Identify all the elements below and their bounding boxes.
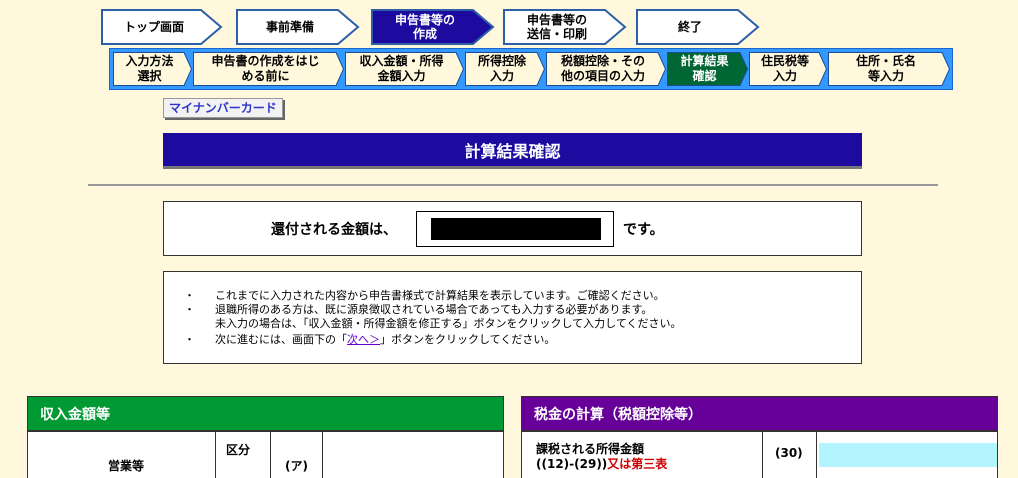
info-line: 未入力の場合は、「収入金額・所得金額を修正する」ボタンをクリックして入力してくだ… (215, 317, 682, 330)
row-label-eigyo: 営業等 (108, 459, 145, 473)
step-finish: 終了 (636, 9, 762, 45)
tax-panel-header: 税金の計算（税額控除等） (521, 396, 998, 431)
step-send-print: 申告書等の 送信・印刷 (503, 9, 629, 45)
step-label: トップ画面 (123, 20, 184, 34)
step-preparation: 事前準備 (236, 9, 362, 45)
info-text: 次に進むには、画面下の「 (215, 333, 347, 346)
step-label: 申告書等の 作成 (394, 13, 455, 41)
step-create: 申告書等の 作成 (371, 9, 497, 45)
substep-calc-result: 計算結果 確認 (667, 52, 748, 86)
cell-divider (322, 432, 323, 478)
substep-label: 収入金額・所得 金額入力 (359, 54, 444, 83)
substep-label: 住民税等 入力 (760, 54, 809, 83)
info-text: 」ボタンをクリックしてください。 (380, 333, 556, 346)
substep-address-name: 住所・氏名 等入力 (828, 52, 950, 86)
substep-label: 入力方法 選択 (125, 54, 174, 83)
mynumber-card-link[interactable]: マイナンバーカード (163, 98, 283, 118)
step-top: トップ画面 (101, 9, 225, 45)
cell-divider (215, 432, 216, 478)
info-line: 次に進むには、画面下の「次へ＞」ボタンをクリックしてください。 (215, 333, 555, 347)
info-box: ・ これまでに入力された内容から申告書様式で計算結果を表示しています。ご確認くだ… (163, 271, 862, 364)
bullet: ・ (184, 289, 195, 302)
info-line: 退職所得のある方は、既に源泉徴収されている場合であっても入力する必要があります。 (215, 303, 653, 316)
kubun-label: 区分 (226, 443, 251, 457)
formula-text: ((12)-(29)) (536, 457, 608, 471)
bullet: ・ (184, 303, 195, 316)
refund-prefix: 還付される金額は、 (271, 222, 397, 238)
step-label: 終了 (677, 20, 702, 34)
substep-label: 計算結果 確認 (680, 54, 729, 83)
info-line: これまでに入力された内容から申告書様式で計算結果を表示しています。ご確認ください… (215, 289, 665, 302)
cell-divider (270, 432, 271, 478)
income-panel-header: 収入金額等 (27, 396, 504, 431)
cell-divider (816, 432, 817, 478)
substep-tax-credit-input: 税額控除・その 他の項目の入力 (546, 52, 666, 86)
refund-amount-redacted (416, 211, 614, 247)
taxable-income-value-cell (819, 443, 997, 467)
income-panel-body: 営業等 区分 (ア) (27, 431, 504, 478)
substep-input-method: 入力方法 選択 (113, 52, 192, 86)
step-label: 事前準備 (265, 20, 314, 34)
code-a: (ア) (285, 459, 308, 473)
tax-panel-body: 課税される所得金額 ((12)-(29))又は第三表 (30) (521, 431, 998, 478)
next-link[interactable]: 次へ＞ (347, 333, 380, 346)
divider (88, 184, 938, 186)
step-label: 申告書等の 送信・印刷 (526, 13, 587, 41)
substep-deduction-input: 所得控除 入力 (465, 52, 545, 86)
row-label-formula: ((12)-(29))又は第三表 (536, 455, 667, 472)
substep-income-input: 収入金額・所得 金額入力 (345, 52, 464, 86)
cell-divider (762, 432, 763, 478)
refund-box: 還付される金額は、 です。 (163, 201, 862, 256)
substep-label: 所得控除 入力 (477, 54, 526, 83)
code-30: (30) (775, 446, 803, 460)
substep-resident-tax: 住民税等 入力 (749, 52, 827, 86)
page-title: 計算結果確認 (163, 133, 862, 169)
bullet: ・ (184, 333, 195, 346)
formula-red-text: 又は第三表 (607, 457, 668, 471)
substep-before-start: 申告書の作成をはじ める前に (193, 52, 344, 86)
substep-label: 申告書の作成をはじ める前に (211, 54, 320, 83)
substep-label: 住所・氏名 等入力 (855, 54, 916, 83)
substep-label: 税額控除・その 他の項目の入力 (560, 54, 645, 83)
refund-suffix: です。 (623, 222, 664, 238)
